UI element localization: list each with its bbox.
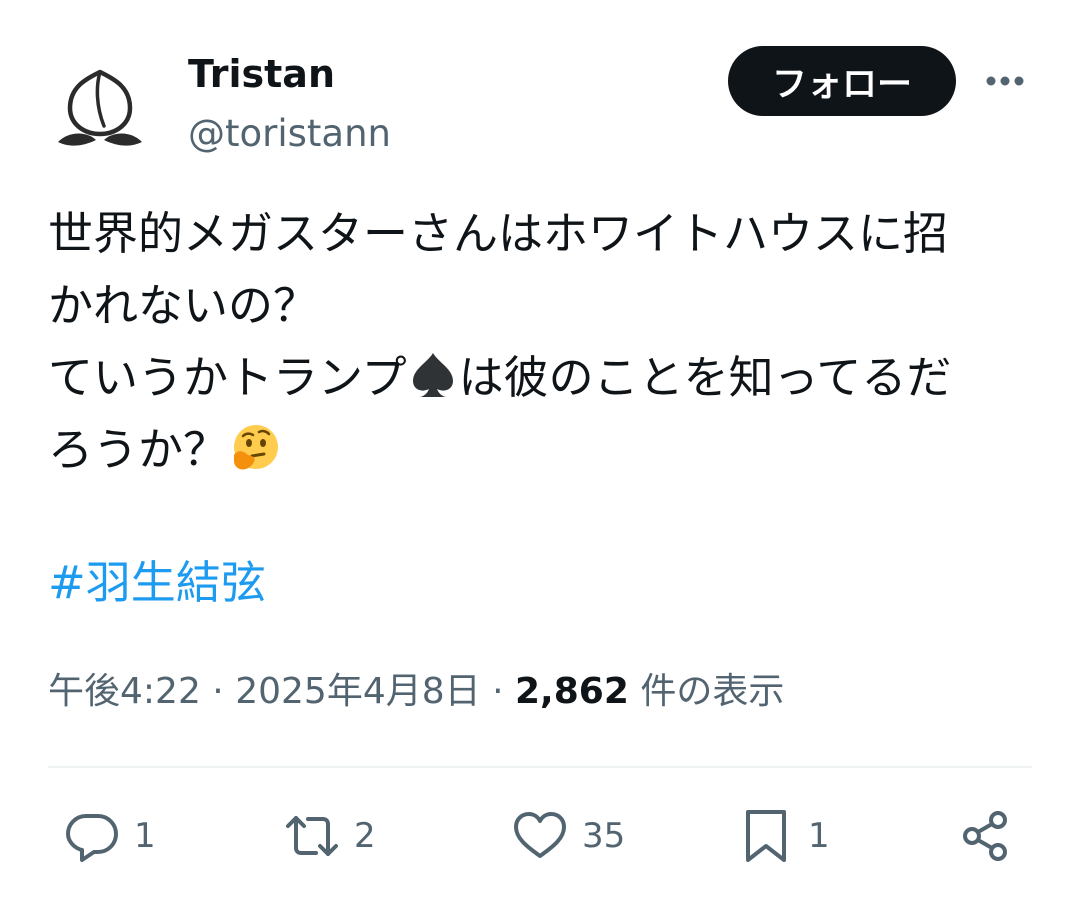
tweet-line: ていうかトランプ は彼のことを知ってるだ xyxy=(48,342,1038,414)
tweet-line: ろうか？ xyxy=(48,414,1038,486)
meta-separator: · xyxy=(492,671,504,712)
tweet-line: かれないの？ xyxy=(48,279,319,332)
bookmark-button[interactable]: 1 xyxy=(738,800,830,872)
tweet-line-part: は彼のことを知ってるだ xyxy=(458,351,952,404)
peach-avatar-icon xyxy=(58,69,142,146)
like-icon xyxy=(514,812,566,858)
action-bar: 1 2 35 1 xyxy=(48,800,1032,872)
views-label: 件の表示 xyxy=(640,671,785,712)
tweet-time[interactable]: 午後4:22 xyxy=(48,671,201,712)
display-name[interactable]: Tristan xyxy=(188,52,335,96)
share-icon xyxy=(963,811,1007,861)
follow-button[interactable]: フォロー xyxy=(728,46,956,116)
views-count[interactable]: 2,862 xyxy=(515,671,629,712)
tweet-meta: 午後4:22 · 2025年4月8日 · 2,862 件の表示 xyxy=(48,662,784,714)
retweet-icon xyxy=(286,816,338,856)
share-button[interactable] xyxy=(958,800,1014,872)
tweet-line: 世界的メガスターさんはホワイトハウスに招 xyxy=(48,207,949,260)
avatar[interactable] xyxy=(48,56,152,160)
like-button[interactable]: 35 xyxy=(512,800,625,872)
spade-emoji-icon xyxy=(412,353,453,397)
divider xyxy=(48,766,1032,768)
bookmark-icon xyxy=(746,810,786,862)
meta-separator: · xyxy=(212,671,224,712)
tweet-text: 世界的メガスターさんはホワイトハウスに招 かれないの？ ていうかトランプ は彼の… xyxy=(48,198,1038,486)
retweet-count: 2 xyxy=(354,816,376,856)
tweet-line-part: ていうかトランプ xyxy=(48,351,407,404)
thinking-face-emoji-icon xyxy=(234,425,279,470)
more-options-button[interactable] xyxy=(978,54,1032,108)
like-count: 35 xyxy=(582,816,626,856)
reply-button[interactable]: 1 xyxy=(64,800,156,872)
hashtag-link[interactable]: #羽生結弦 xyxy=(48,546,266,611)
retweet-button[interactable]: 2 xyxy=(284,800,376,872)
bookmark-count: 1 xyxy=(808,816,830,856)
tweet-header: Tristan @toristann フォロー xyxy=(48,44,1032,164)
reply-icon xyxy=(66,814,118,862)
tweet-line-part: ろうか？ xyxy=(48,423,229,476)
reply-count: 1 xyxy=(134,816,156,856)
tweet-date[interactable]: 2025年4月8日 xyxy=(235,671,480,712)
user-handle[interactable]: @toristann xyxy=(188,112,391,155)
more-dots-icon xyxy=(986,76,1024,86)
